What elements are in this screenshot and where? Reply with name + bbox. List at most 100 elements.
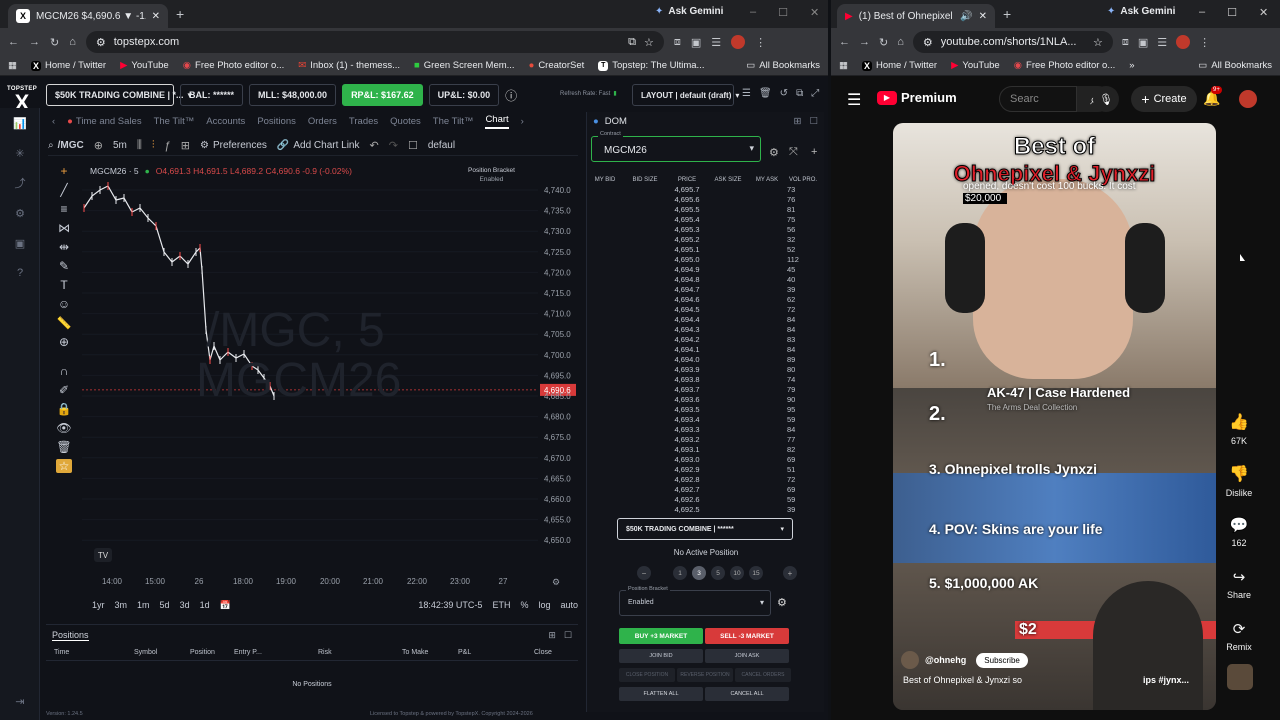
- more-bookmarks-icon[interactable]: »: [1129, 60, 1134, 71]
- sidebar-trend-icon[interactable]: ⤴: [0, 168, 40, 198]
- tab-prev-icon[interactable]: ‹: [52, 116, 55, 127]
- buy-market-button[interactable]: BUY +3 MARKET: [619, 628, 703, 644]
- subscribe-button[interactable]: Subscribe: [976, 652, 1028, 668]
- sidebar-help-icon[interactable]: ?: [0, 258, 40, 288]
- close-tab-icon[interactable]: ✕: [152, 11, 160, 22]
- range-1yr[interactable]: 1yr: [92, 600, 105, 610]
- range-3d[interactable]: 3d: [180, 600, 190, 610]
- qty-1[interactable]: 1: [673, 566, 687, 580]
- forecast-icon[interactable]: ⇹: [59, 240, 69, 254]
- dom-row[interactable]: 4,693.6 90: [587, 394, 825, 404]
- back-icon[interactable]: ←: [8, 36, 19, 48]
- dom-row[interactable]: 4,693.5 95: [587, 404, 825, 414]
- dom-price-cell[interactable]: 4,692.8: [667, 475, 707, 484]
- dom-price-cell[interactable]: 4,692.6: [667, 495, 707, 504]
- chart-canvas[interactable]: 4,740.0 4,735.0 4,730.0 4,725.0 4,720.0 4,715…: [82, 160, 578, 600]
- dom-row[interactable]: 4,693.4 59: [587, 414, 825, 424]
- indicators-icon[interactable]: ƒ: [165, 140, 171, 152]
- cancel-orders-button[interactable]: CANCEL ORDERS: [735, 668, 791, 682]
- bookmark-topstep[interactable]: T Topstep: The Ultima...: [598, 60, 704, 71]
- dom-ladder[interactable]: 4,695.7 73 4,695.6 76 4,695.5 81 4,695.4 75 4,69…: [587, 184, 825, 514]
- qty-15[interactable]: 15: [749, 566, 763, 580]
- crosshair-icon[interactable]: +: [60, 164, 67, 178]
- back-icon[interactable]: ←: [839, 36, 850, 48]
- tab-orders[interactable]: Orders: [308, 116, 337, 127]
- dom-account-selector[interactable]: $50K TRADING COMBINE | ****** ▾: [617, 518, 793, 540]
- profile-avatar[interactable]: [731, 35, 746, 49]
- dom-row[interactable]: 4,694.6 62: [587, 294, 825, 304]
- bookmark-twitter[interactable]: X Home / Twitter: [30, 60, 106, 71]
- dom-row[interactable]: 4,692.8 72: [587, 474, 825, 484]
- bookmark-inbox[interactable]: ✉ Inbox (1) - themess...: [298, 60, 400, 71]
- dom-price-cell[interactable]: 4,695.5: [667, 205, 707, 214]
- lock-icon[interactable]: 🔒: [57, 402, 72, 416]
- fullscreen-icon[interactable]: ⤢: [811, 88, 819, 99]
- dom-price-cell[interactable]: 4,694.7: [667, 285, 707, 294]
- menu-list-icon[interactable]: ☰: [711, 36, 721, 49]
- qty-decrease[interactable]: −: [637, 566, 651, 580]
- dom-row[interactable]: 4,694.0 89: [587, 354, 825, 364]
- tab-chart[interactable]: Chart: [485, 114, 509, 129]
- account-avatar[interactable]: [1239, 90, 1257, 108]
- dom-price-cell[interactable]: 4,692.7: [667, 485, 707, 494]
- hamburger-menu-icon[interactable]: ☰: [847, 90, 861, 110]
- audio-icon[interactable]: 🔊: [960, 11, 972, 22]
- bookmark-youtube[interactable]: ▶ YouTube: [120, 60, 169, 71]
- dom-row[interactable]: 4,692.5 39: [587, 504, 825, 514]
- ask-gemini-button[interactable]: ✦ Ask Gemini: [655, 6, 723, 17]
- remix-button[interactable]: ⟳ Remix: [1212, 620, 1266, 652]
- dom-row[interactable]: 4,694.1 84: [587, 344, 825, 354]
- tab-tilt[interactable]: The Tilt™: [154, 116, 195, 127]
- bookmark-photo-editor[interactable]: ◉ Free Photo editor o...: [1014, 60, 1116, 71]
- dom-row[interactable]: 4,695.4 75: [587, 214, 825, 224]
- dom-row[interactable]: 4,693.0 69: [587, 454, 825, 464]
- close-tab-icon[interactable]: ✕: [979, 11, 987, 22]
- windows-icon[interactable]: ⧉: [796, 88, 803, 99]
- dom-price-cell[interactable]: 4,693.0: [667, 455, 707, 464]
- home-icon[interactable]: ⌂: [69, 36, 76, 48]
- chart-layout-name[interactable]: defaul: [428, 140, 455, 151]
- comments-button[interactable]: 💬 162: [1212, 516, 1266, 548]
- range-1d[interactable]: 1d: [200, 600, 210, 610]
- undo-icon[interactable]: ↶: [370, 139, 379, 152]
- undo-layout-icon[interactable]: ↺: [780, 88, 788, 99]
- layout-list-icon[interactable]: ☰: [742, 88, 751, 99]
- logout-icon[interactable]: ⇥: [0, 686, 40, 716]
- dom-row[interactable]: 4,693.2 77: [587, 434, 825, 444]
- dom-row[interactable]: 4,694.8 40: [587, 274, 825, 284]
- info-icon[interactable]: ⓘ: [505, 87, 517, 104]
- dom-row[interactable]: 4,694.3 84: [587, 324, 825, 334]
- candles-icon[interactable]: ⫶: [152, 139, 155, 152]
- cast-icon[interactable]: ▣: [1138, 36, 1148, 49]
- add-symbol-icon[interactable]: ⊕: [94, 139, 103, 152]
- add-chart-link-button[interactable]: 🔗 Add Chart Link: [277, 140, 360, 151]
- dom-price-cell[interactable]: 4,692.9: [667, 465, 707, 474]
- dom-row[interactable]: 4,693.9 80: [587, 364, 825, 374]
- dom-price-cell[interactable]: 4,694.8: [667, 275, 707, 284]
- create-button[interactable]: + Create: [1131, 86, 1197, 112]
- delete-icon[interactable]: 🗑: [759, 88, 772, 99]
- dom-price-cell[interactable]: 4,693.4: [667, 415, 707, 424]
- draw-lock-icon[interactable]: ✐: [59, 383, 69, 397]
- site-info-icon[interactable]: ⚙: [923, 36, 933, 49]
- minimize-icon[interactable]: –: [1199, 6, 1205, 19]
- panel-settings-icon[interactable]: ☐: [564, 630, 572, 641]
- tab-tilt-2[interactable]: The Tilt™: [433, 116, 474, 127]
- voice-search-button[interactable]: 🎙: [1093, 86, 1119, 112]
- address-bar[interactable]: ⚙ youtube.com/shorts/1NLA... ☆: [912, 31, 1113, 53]
- dom-settings-icon[interactable]: ⚙: [769, 146, 779, 159]
- cast-icon[interactable]: ▣: [691, 36, 701, 49]
- contract-selector[interactable]: Contract MGCM26 ▾: [591, 131, 761, 162]
- dom-row[interactable]: 4,692.7 69: [587, 484, 825, 494]
- home-icon[interactable]: ⌂: [897, 36, 904, 48]
- address-bar[interactable]: ⚙ topstepx.com ⧉ ☆: [85, 31, 664, 53]
- magnet-icon[interactable]: ∩: [60, 364, 69, 378]
- dom-price-cell[interactable]: 4,693.5: [667, 405, 707, 414]
- channel-avatar[interactable]: [901, 651, 919, 669]
- dom-row[interactable]: 4,695.7 73: [587, 184, 825, 194]
- notifications-bell[interactable]: 🔔 9+: [1203, 86, 1222, 107]
- pattern-icon[interactable]: ⋈: [58, 221, 70, 235]
- session-toggle[interactable]: ETH: [492, 600, 510, 610]
- bracket-selector[interactable]: Position Bracket Enabled ▾: [619, 586, 771, 616]
- qty-3[interactable]: 3: [692, 566, 706, 580]
